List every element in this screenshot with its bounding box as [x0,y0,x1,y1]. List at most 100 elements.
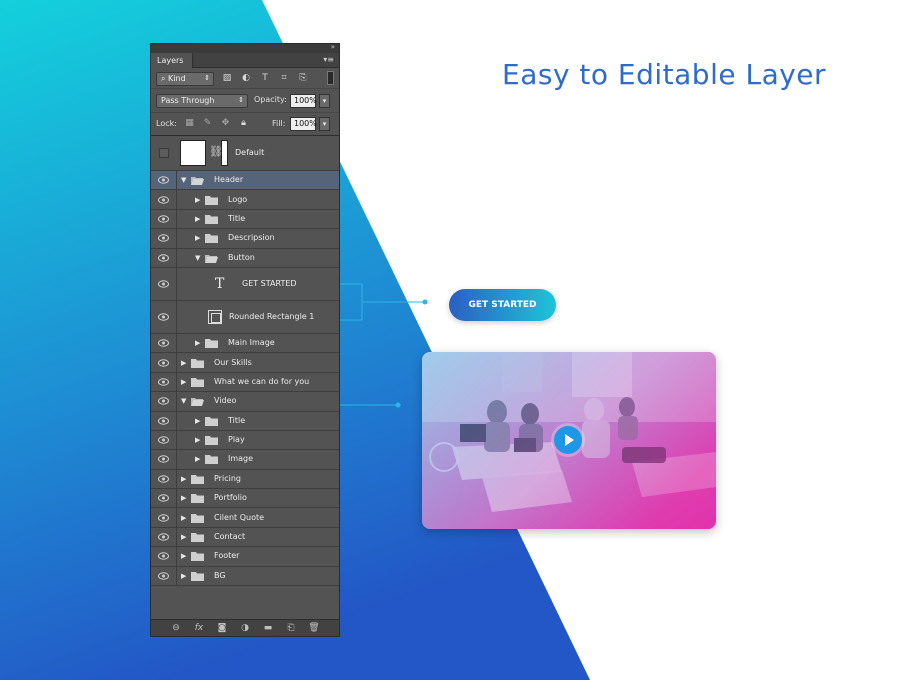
layer-name: Video [214,396,237,406]
visibility-eye-icon[interactable] [151,372,177,392]
expand-down-icon[interactable]: ▼ [181,176,186,184]
smart-object-filter-icon[interactable]: ⎘ [297,72,309,84]
layer-row[interactable]: ▶ Title [151,411,339,431]
layer-name: Title [228,213,246,223]
expand-right-icon[interactable]: ▶ [195,417,200,425]
new-layer-icon[interactable]: ⎗ [284,622,298,634]
new-group-icon[interactable]: ▬ [261,622,275,634]
play-button-icon[interactable] [554,426,582,454]
visibility-eye-icon[interactable] [151,248,177,267]
layer-default[interactable]: ⛓ Default [151,136,339,171]
fill-dropdown-icon[interactable]: ▾ [319,117,330,131]
expand-right-icon[interactable]: ▶ [181,475,186,483]
visibility-eye-icon[interactable] [151,450,177,469]
layer-row[interactable]: ▼ Header [151,171,339,191]
fx-icon[interactable]: fx [192,622,206,634]
expand-down-icon[interactable]: ▼ [181,397,186,405]
expand-right-icon[interactable]: ▶ [195,339,200,347]
visibility-eye-icon[interactable] [151,190,177,209]
panel-menu-icon[interactable]: ▾≡ [323,55,334,64]
opacity-input[interactable]: 100% [290,94,317,108]
layer-row[interactable]: ▶ Image [151,450,339,470]
tab-layers[interactable]: Layers [151,53,193,68]
lock-all-icon[interactable]: 🔒︎ [238,118,249,129]
layer-row[interactable]: ▼ Video [151,392,339,412]
adjustment-layer-icon[interactable]: ◑ [238,622,252,634]
visibility-eye-icon[interactable] [151,411,177,430]
image-filter-icon[interactable]: ▨ [221,72,233,84]
layer-row[interactable]: ▶ Play [151,430,339,451]
visibility-eye-icon[interactable] [151,209,177,229]
visibility-eye-icon[interactable] [151,430,177,450]
visibility-eye-icon[interactable] [151,469,177,489]
layer-row[interactable]: ▶ Portfolio [151,489,339,509]
lock-position-icon[interactable]: ✥ [220,118,231,129]
filter-toggle[interactable] [327,71,334,85]
shape-layer-icon [208,309,222,324]
expand-right-icon[interactable]: ▶ [181,533,186,541]
visibility-eye-icon[interactable] [151,392,177,411]
visibility-checkbox[interactable] [159,148,169,158]
video-thumbnail[interactable] [422,352,716,529]
layer-row[interactable]: ▶ Contact [151,527,339,548]
fill-label: Fill: [272,119,286,128]
adjustment-filter-icon[interactable]: ◐ [240,72,252,84]
visibility-eye-icon[interactable] [151,229,177,248]
lock-transparency-icon[interactable]: ▦ [184,118,195,129]
kind-filter-select[interactable]: ⌕ Kind ⇕ [156,72,214,86]
blend-mode-select[interactable]: Pass Through ⇕ [156,94,248,108]
expand-right-icon[interactable]: ▶ [181,378,186,386]
layer-row[interactable]: ▶ Our Skills [151,353,339,373]
fill-input[interactable]: 100% [290,117,317,131]
visibility-eye-icon[interactable] [151,489,177,508]
layer-name: Image [228,454,254,464]
expand-right-icon[interactable]: ▶ [181,359,186,367]
layer-row[interactable]: ▶ Title [151,209,339,230]
layer-row[interactable]: ▶ Main Image [151,333,339,354]
folder-icon [191,513,204,523]
layers-panel: » Layers ▾≡ ⌕ Kind ⇕ ▨ ◐ T ⌗ ⎘ Pass Thro… [150,43,340,637]
expand-right-icon[interactable]: ▶ [195,196,200,204]
layer-name: Main Image [228,338,275,348]
layer-row[interactable]: ▶ Cilent Quote [151,508,339,528]
expand-right-icon[interactable]: ▶ [181,572,186,580]
layer-row[interactable]: ▶ Footer [151,547,339,567]
filter-row: ⌕ Kind ⇕ ▨ ◐ T ⌗ ⎘ [151,68,339,89]
layer-row[interactable]: Rounded Rectangle 1 [151,300,339,334]
layer-row[interactable]: T GET STARTED [151,267,339,301]
visibility-eye-icon[interactable] [151,508,177,527]
visibility-eye-icon[interactable] [151,353,177,372]
get-started-button[interactable]: GET STARTED [449,289,556,321]
layer-row[interactable]: ▶ Descripsion [151,229,339,249]
visibility-eye-icon[interactable] [151,547,177,566]
opacity-dropdown-icon[interactable]: ▾ [319,94,330,108]
layer-name: GET STARTED [242,278,297,288]
expand-right-icon[interactable]: ▶ [181,552,186,560]
expand-right-icon[interactable]: ▶ [195,215,200,223]
expand-right-icon[interactable]: ▶ [195,234,200,242]
link-layers-icon[interactable]: ⊖ [169,622,183,634]
expand-right-icon[interactable]: ▶ [195,436,200,444]
collapse-icon[interactable]: » [331,43,335,51]
expand-right-icon[interactable]: ▶ [181,494,186,502]
layer-row[interactable]: ▶ What we can do for you [151,372,339,393]
visibility-eye-icon[interactable] [151,267,177,300]
page-title: Easy to Editable Layer [502,58,827,91]
layer-row[interactable]: ▶ BG [151,566,339,587]
visibility-eye-icon[interactable] [151,333,177,353]
visibility-eye-icon[interactable] [151,171,177,190]
expand-right-icon[interactable]: ▶ [181,514,186,522]
expand-down-icon[interactable]: ▼ [195,254,200,262]
text-filter-icon[interactable]: T [259,72,271,84]
trash-icon[interactable]: 🗑︎ [307,622,321,634]
visibility-eye-icon[interactable] [151,527,177,547]
layer-row[interactable]: ▶ Logo [151,190,339,210]
visibility-eye-icon[interactable] [151,300,177,333]
layer-row[interactable]: ▼ Button [151,248,339,268]
expand-right-icon[interactable]: ▶ [195,455,200,463]
shape-filter-icon[interactable]: ⌗ [278,72,290,84]
layer-row[interactable]: ▶ Pricing [151,469,339,490]
visibility-eye-icon[interactable] [151,566,177,586]
lock-pixels-icon[interactable]: ✎ [202,118,213,129]
add-mask-icon[interactable]: ◙ [215,622,229,634]
